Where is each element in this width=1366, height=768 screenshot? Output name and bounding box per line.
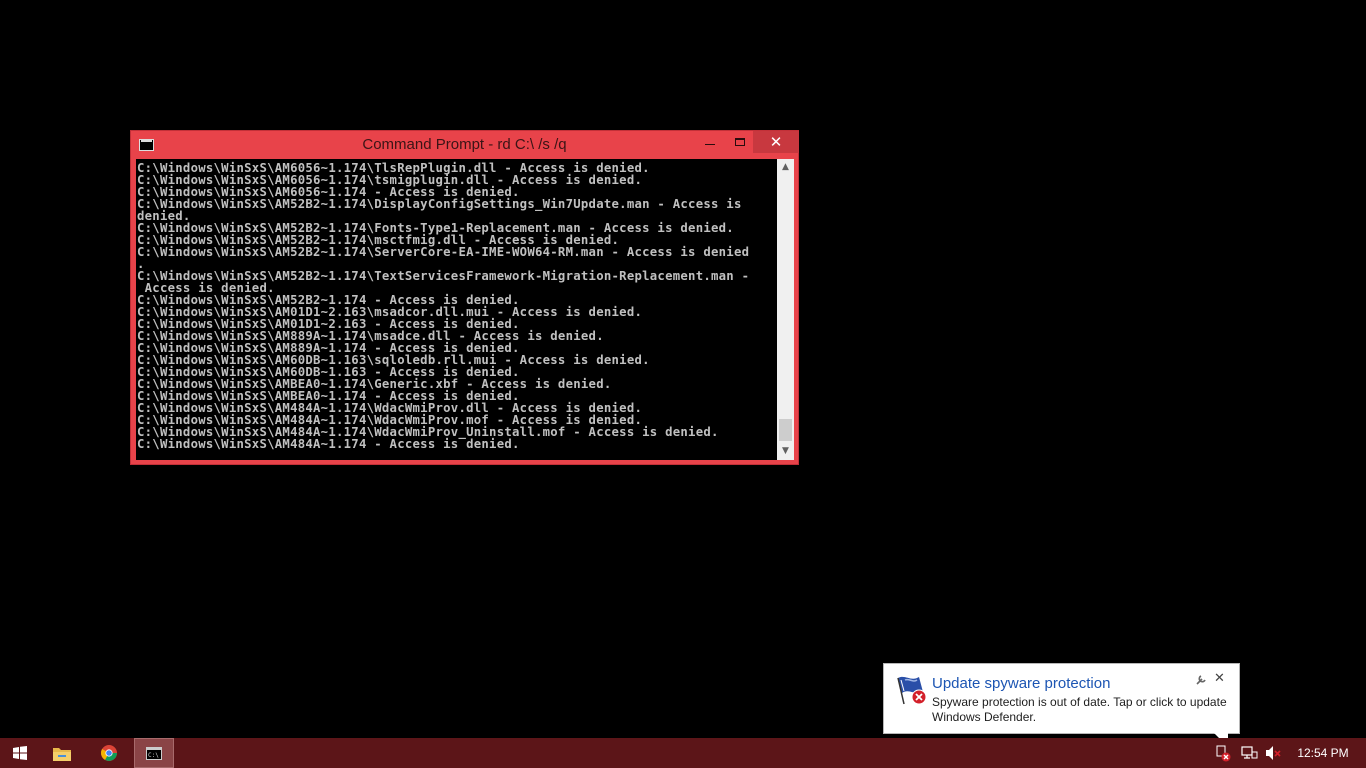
maximize-icon bbox=[735, 138, 745, 146]
console-line: C:\Windows\WinSxS\AM484A~1.174 - Access … bbox=[137, 437, 520, 451]
close-button[interactable]: ✕ bbox=[753, 131, 799, 153]
command-prompt-button[interactable]: C:\ bbox=[134, 738, 174, 768]
chrome-button[interactable] bbox=[89, 738, 129, 768]
close-icon: ✕ bbox=[769, 133, 783, 151]
command-prompt-window[interactable]: Command Prompt - rd C:\ /s /q ✕ C:\Windo… bbox=[130, 130, 799, 465]
minimize-button[interactable] bbox=[695, 131, 725, 153]
notification-title[interactable]: Update spyware protection bbox=[932, 675, 1110, 692]
svg-text:C:\: C:\ bbox=[148, 752, 159, 759]
notification-close-icon[interactable]: ✕ bbox=[1214, 671, 1225, 686]
taskbar: C:\ 12:54 PM bbox=[0, 738, 1366, 768]
console-line: C:\Windows\WinSxS\AM52B2~1.174\DisplayCo… bbox=[137, 197, 742, 211]
scroll-up-arrow-icon[interactable]: ▲ bbox=[777, 159, 794, 176]
console-line: C:\Windows\WinSxS\AM52B2~1.174\ServerCor… bbox=[137, 245, 750, 259]
vertical-scrollbar[interactable]: ▲ ▼ bbox=[777, 159, 794, 460]
file-explorer-button[interactable] bbox=[42, 738, 82, 768]
action-center-warning-icon[interactable] bbox=[1214, 744, 1232, 762]
windows-logo-icon bbox=[13, 746, 27, 760]
cmd-icon: C:\ bbox=[146, 746, 162, 760]
console-text: C:\Windows\WinSxS\AM6056~1.174\TlsRepPlu… bbox=[137, 162, 777, 450]
maximize-button[interactable] bbox=[725, 131, 755, 153]
notification-balloon[interactable]: Update spyware protection Spyware protec… bbox=[883, 663, 1240, 747]
scrollbar-thumb[interactable] bbox=[779, 419, 792, 441]
scroll-down-arrow-icon[interactable]: ▼ bbox=[777, 443, 794, 460]
window-titlebar[interactable]: Command Prompt - rd C:\ /s /q ✕ bbox=[131, 131, 799, 159]
console-output[interactable]: C:\Windows\WinSxS\AM6056~1.174\TlsRepPlu… bbox=[136, 159, 777, 460]
volume-muted-icon[interactable] bbox=[1264, 744, 1282, 762]
folder-icon bbox=[53, 747, 71, 761]
notification-text[interactable]: Spyware protection is out of date. Tap o… bbox=[932, 695, 1237, 725]
network-icon[interactable] bbox=[1240, 744, 1258, 762]
chrome-icon bbox=[101, 745, 117, 761]
wrench-icon[interactable] bbox=[1195, 674, 1207, 689]
windows-defender-warning-icon bbox=[897, 676, 927, 705]
minimize-icon bbox=[705, 143, 715, 145]
start-button[interactable] bbox=[0, 738, 40, 768]
taskbar-clock[interactable]: 12:54 PM bbox=[1288, 738, 1358, 768]
